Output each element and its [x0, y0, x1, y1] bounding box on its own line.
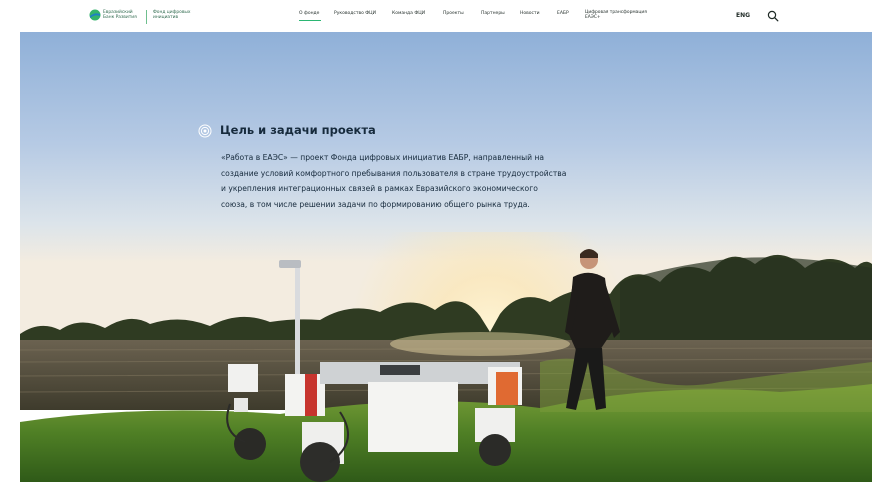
- hero-photo: [20, 32, 872, 482]
- nav-item-about[interactable]: О фонде: [299, 11, 319, 17]
- site-header: Евразийский Банк Развития Фонд цифровых …: [0, 0, 872, 32]
- description-line: и укрепления интеграционных связей в рам…: [221, 184, 538, 194]
- search-icon[interactable]: [767, 10, 779, 22]
- nav-item-news[interactable]: Новости: [520, 11, 540, 17]
- language-switch[interactable]: ENG: [736, 12, 750, 19]
- fund-logo-line: инициатив: [153, 15, 179, 21]
- nav-item-partners[interactable]: Партнеры: [481, 11, 505, 17]
- eabr-logo-icon[interactable]: [89, 9, 101, 21]
- nav-item-eabr[interactable]: ЕАБР: [557, 11, 569, 17]
- description-line: союза, в том числе решении задачи по фор…: [221, 199, 530, 209]
- nav-item-team[interactable]: Команда ФЦИ: [392, 11, 425, 17]
- description-line: создание условий комфортного пребывания …: [221, 168, 567, 178]
- nav-item-digital-transformation[interactable]: Цифровая трансформация ЕАЭС+: [585, 10, 647, 21]
- nav-item-projects[interactable]: Проекты: [443, 11, 464, 17]
- hero-banner: Цель и задачи проекта «Работа в ЕАЭС» — …: [20, 32, 872, 482]
- nav-item-leadership[interactable]: Руководство ФЦИ: [334, 11, 376, 17]
- section-description: «Работа в ЕАЭС» — проект Фонда цифровых …: [221, 150, 641, 212]
- target-circle-icon: [198, 124, 212, 138]
- section-title: Цель и задачи проекта: [220, 123, 376, 137]
- nav-digital-line: ЕАЭС+: [585, 15, 601, 21]
- bank-logo-text[interactable]: Евразийский Банк Развития: [103, 10, 143, 21]
- bank-logo-line: Банк Развития: [103, 15, 137, 21]
- fund-logo-text[interactable]: Фонд цифровых инициатив: [153, 10, 203, 21]
- description-line: «Работа в ЕАЭС» — проект Фонда цифровых …: [221, 153, 545, 162]
- logo-divider: [146, 10, 147, 24]
- nav-active-underline: [299, 20, 321, 21]
